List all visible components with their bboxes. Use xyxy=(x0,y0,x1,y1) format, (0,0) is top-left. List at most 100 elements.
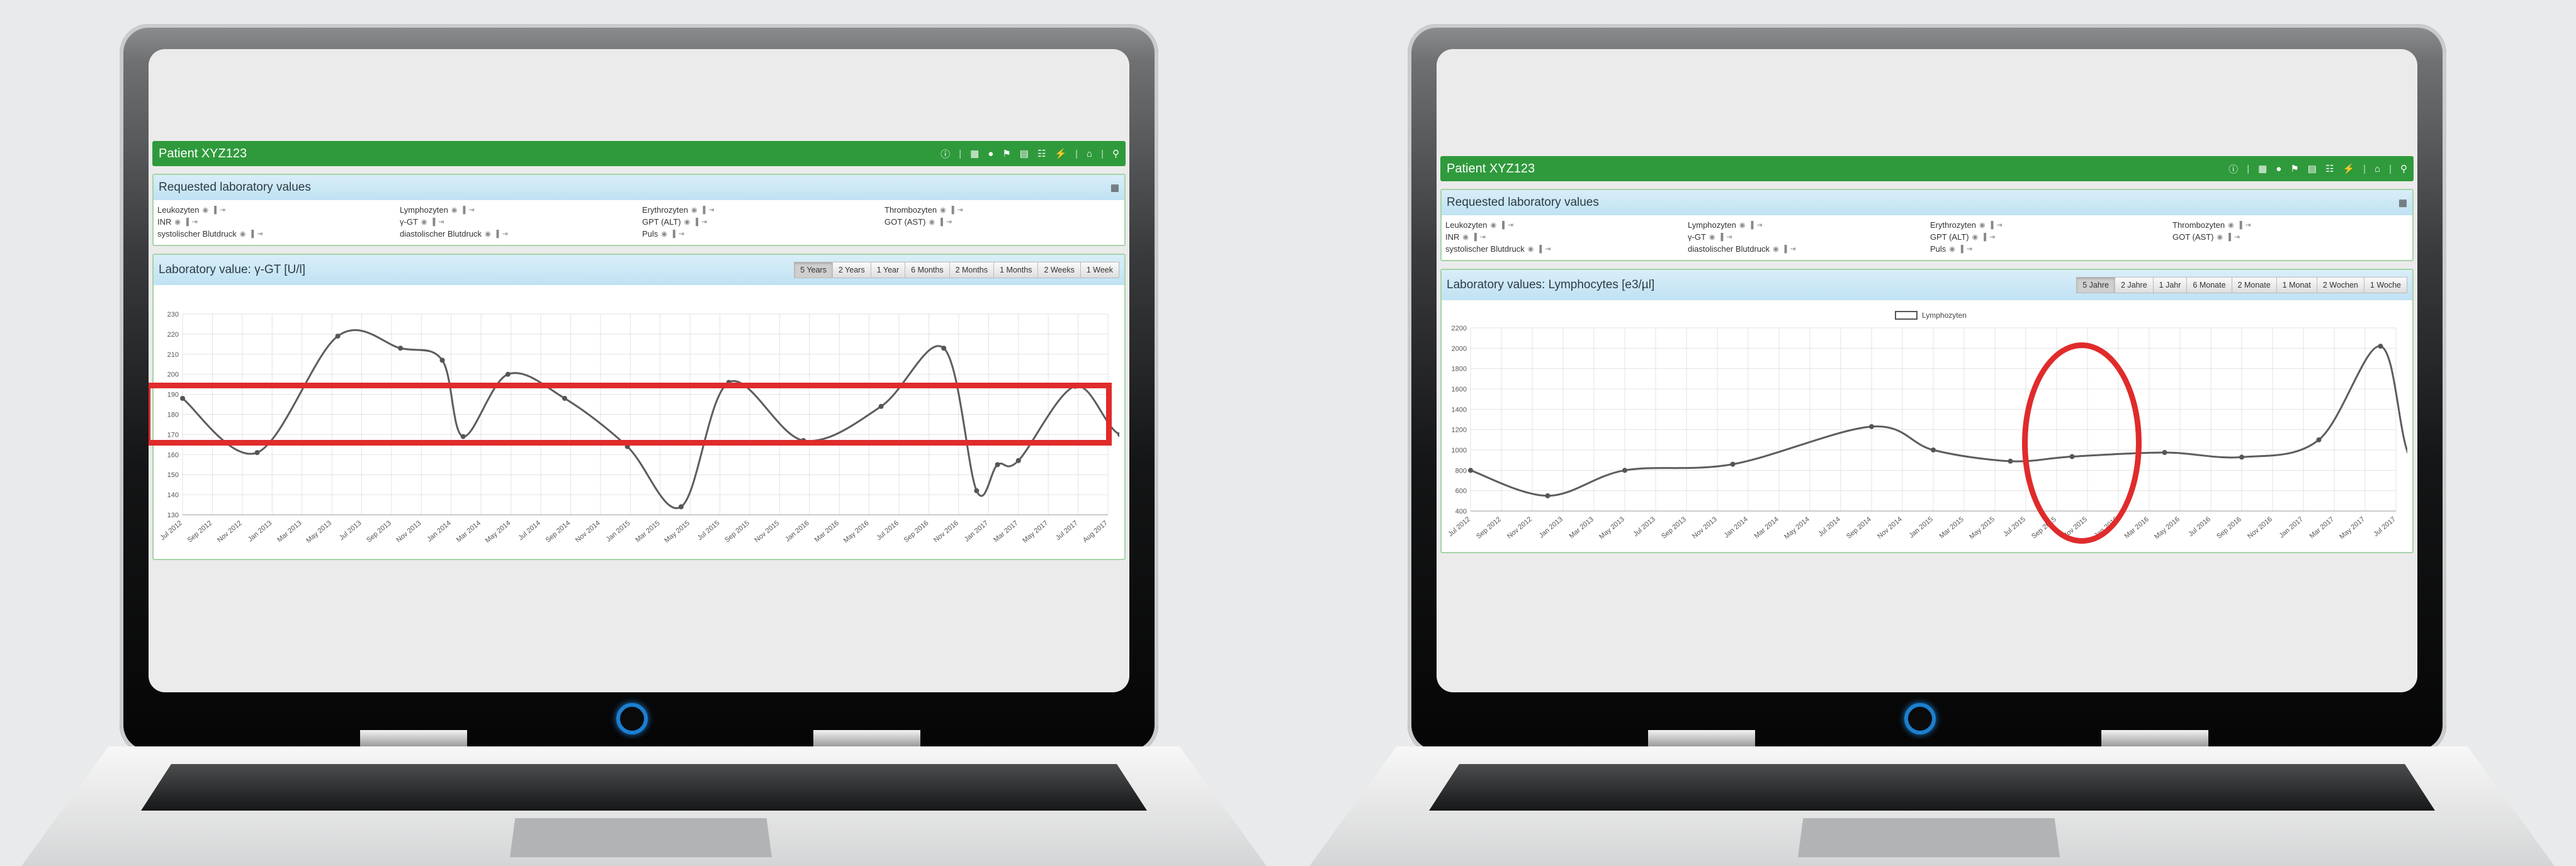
calculator-icon[interactable]: ▦ xyxy=(2398,197,2407,208)
search-icon[interactable]: ⚲ xyxy=(2400,163,2407,174)
stack-icon[interactable]: ● xyxy=(2276,164,2281,174)
range-button[interactable]: 2 Monate xyxy=(2231,277,2277,293)
bar-chart-icon[interactable]: ▐ xyxy=(938,218,943,226)
eye-icon[interactable]: ◉ xyxy=(174,218,181,226)
export-icon[interactable]: ⇥ xyxy=(1756,221,1762,229)
lab-item[interactable]: Thrombozyten ◉ ▐ ⇥ xyxy=(2172,220,2415,230)
bar-chart-icon[interactable]: ▐ xyxy=(693,218,698,226)
bar-chart-icon[interactable]: ▐ xyxy=(494,230,499,238)
range-button[interactable]: 1 Monat xyxy=(2276,277,2317,293)
bar-chart-icon[interactable]: ▐ xyxy=(1748,222,1753,229)
lab-item[interactable] xyxy=(2172,244,2415,254)
lab-item[interactable]: Thrombozyten ◉ ▐ ⇥ xyxy=(884,205,1127,215)
lab-item[interactable]: diastolischer Blutdruck ◉ ▐ ⇥ xyxy=(400,229,642,239)
lab-item[interactable]: INR ◉ ▐ ⇥ xyxy=(157,217,400,227)
range-button[interactable]: 1 Year xyxy=(870,262,906,278)
eye-icon[interactable]: ◉ xyxy=(1709,233,1715,241)
export-icon[interactable]: ⇥ xyxy=(2246,221,2251,229)
lab-item[interactable]: GPT (ALT) ◉ ▐ ⇥ xyxy=(642,217,884,227)
lab-item[interactable]: Puls ◉ ▐ ⇥ xyxy=(642,229,884,239)
export-icon[interactable]: ⇥ xyxy=(502,230,507,238)
bar-chart-icon[interactable]: ▐ xyxy=(2226,233,2231,241)
calculator-icon[interactable]: ▦ xyxy=(1110,182,1119,193)
export-icon[interactable]: ⇥ xyxy=(468,206,474,214)
range-button[interactable]: 5 Jahre xyxy=(2076,277,2115,293)
lab-item[interactable]: GOT (AST) ◉ ▐ ⇥ xyxy=(884,217,1127,227)
eye-icon[interactable]: ◉ xyxy=(1972,233,1979,241)
export-icon[interactable]: ⇥ xyxy=(1480,233,1486,241)
export-icon[interactable]: ⇥ xyxy=(1726,233,1732,241)
eye-icon[interactable]: ◉ xyxy=(929,218,935,226)
bar-chart-icon[interactable]: ▐ xyxy=(670,230,675,238)
range-button[interactable]: 6 Monate xyxy=(2186,277,2232,293)
eye-icon[interactable]: ◉ xyxy=(1491,221,1497,229)
lab-item[interactable]: systolischer Blutdruck ◉ ▐ ⇥ xyxy=(157,229,400,239)
home-icon[interactable]: ⌂ xyxy=(2375,164,2380,174)
bar-chart-icon[interactable]: ▐ xyxy=(701,206,706,214)
eye-icon[interactable]: ◉ xyxy=(1949,245,1955,253)
flag-icon[interactable]: ⚑ xyxy=(2290,163,2298,174)
eye-icon[interactable]: ◉ xyxy=(1462,233,1469,241)
export-icon[interactable]: ⇥ xyxy=(1967,245,1972,253)
list-icon[interactable]: ☷ xyxy=(2325,163,2334,174)
range-button[interactable]: 2 Wochen xyxy=(2316,277,2364,293)
range-button[interactable]: 1 Week xyxy=(1080,262,1119,278)
range-button[interactable]: 1 Jahr xyxy=(2152,277,2188,293)
export-icon[interactable]: ⇥ xyxy=(1790,245,1795,253)
lab-item[interactable]: GOT (AST) ◉ ▐ ⇥ xyxy=(2172,232,2415,242)
bar-chart-icon[interactable]: ▐ xyxy=(212,206,217,214)
eye-icon[interactable]: ◉ xyxy=(421,218,427,226)
export-icon[interactable]: ⇥ xyxy=(2234,233,2240,241)
lab-item[interactable]: diastolischer Blutdruck ◉ ▐ ⇥ xyxy=(1688,244,1930,254)
export-icon[interactable]: ⇥ xyxy=(257,230,263,238)
bar-chart-icon[interactable]: ▐ xyxy=(1782,245,1787,253)
lab-item[interactable]: INR ◉ ▐ ⇥ xyxy=(1445,232,1688,242)
bar-chart-icon[interactable]: ▐ xyxy=(1981,233,1986,241)
lab-item[interactable]: Leukozyten ◉ ▐ ⇥ xyxy=(1445,220,1688,230)
bar-chart-icon[interactable]: ▐ xyxy=(1958,245,1963,253)
bar-chart-icon[interactable]: ▐ xyxy=(1472,233,1477,241)
eye-icon[interactable]: ◉ xyxy=(485,230,491,238)
range-button[interactable]: 2 Years xyxy=(832,262,871,278)
range-button[interactable]: 1 Woche xyxy=(2363,277,2407,293)
lab-item[interactable]: γ-GT ◉ ▐ ⇥ xyxy=(400,217,642,227)
bar-chart-icon[interactable]: ▐ xyxy=(249,230,254,238)
lab-item[interactable]: Erythrozyten ◉ ▐ ⇥ xyxy=(1930,220,2172,230)
range-button[interactable]: 2 Jahre xyxy=(2114,277,2154,293)
lab-item[interactable]: Lymphozyten ◉ ▐ ⇥ xyxy=(1688,220,1930,230)
export-icon[interactable]: ⇥ xyxy=(958,206,963,214)
bar-chart-icon[interactable]: ▐ xyxy=(431,218,436,226)
eye-icon[interactable]: ◉ xyxy=(2228,221,2234,229)
stack-icon[interactable]: ● xyxy=(988,149,993,159)
bar-chart-icon[interactable]: ▐ xyxy=(1537,245,1542,253)
bar-chart-icon[interactable]: ▐ xyxy=(2237,222,2242,229)
bar-chart-icon[interactable]: ▐ xyxy=(184,218,189,226)
flag-icon[interactable]: ⚑ xyxy=(1002,148,1010,159)
export-icon[interactable]: ⇥ xyxy=(946,218,952,226)
info-icon[interactable]: ⓘ xyxy=(2229,162,2238,176)
chart-icon[interactable]: ▤ xyxy=(1020,148,1029,159)
export-icon[interactable]: ⇥ xyxy=(701,218,707,226)
export-icon[interactable]: ⇥ xyxy=(438,218,444,226)
bar-chart-icon[interactable]: ▐ xyxy=(1989,222,1994,229)
export-icon[interactable]: ⇥ xyxy=(220,206,225,214)
range-button[interactable]: 2 Weeks xyxy=(1037,262,1081,278)
lab-item[interactable]: Puls ◉ ▐ ⇥ xyxy=(1930,244,2172,254)
eye-icon[interactable]: ◉ xyxy=(2217,233,2223,241)
range-button[interactable]: 5 Years xyxy=(794,262,833,278)
export-icon[interactable]: ⇥ xyxy=(1996,221,2002,229)
range-button[interactable]: 6 Months xyxy=(905,262,950,278)
export-icon[interactable]: ⇥ xyxy=(1545,245,1551,253)
export-icon[interactable]: ⇥ xyxy=(708,206,714,214)
range-button[interactable]: 2 Months xyxy=(949,262,995,278)
lab-item[interactable]: Lymphozyten ◉ ▐ ⇥ xyxy=(400,205,642,215)
eye-icon[interactable]: ◉ xyxy=(684,218,691,226)
eye-icon[interactable]: ◉ xyxy=(1739,221,1746,229)
eye-icon[interactable]: ◉ xyxy=(203,206,209,214)
eye-icon[interactable]: ◉ xyxy=(940,206,946,214)
eye-icon[interactable]: ◉ xyxy=(691,206,698,214)
table-icon[interactable]: ▦ xyxy=(970,148,979,159)
home-icon[interactable]: ⌂ xyxy=(1087,149,1092,159)
bar-chart-icon[interactable]: ▐ xyxy=(949,206,954,214)
eye-icon[interactable]: ◉ xyxy=(1979,221,1986,229)
